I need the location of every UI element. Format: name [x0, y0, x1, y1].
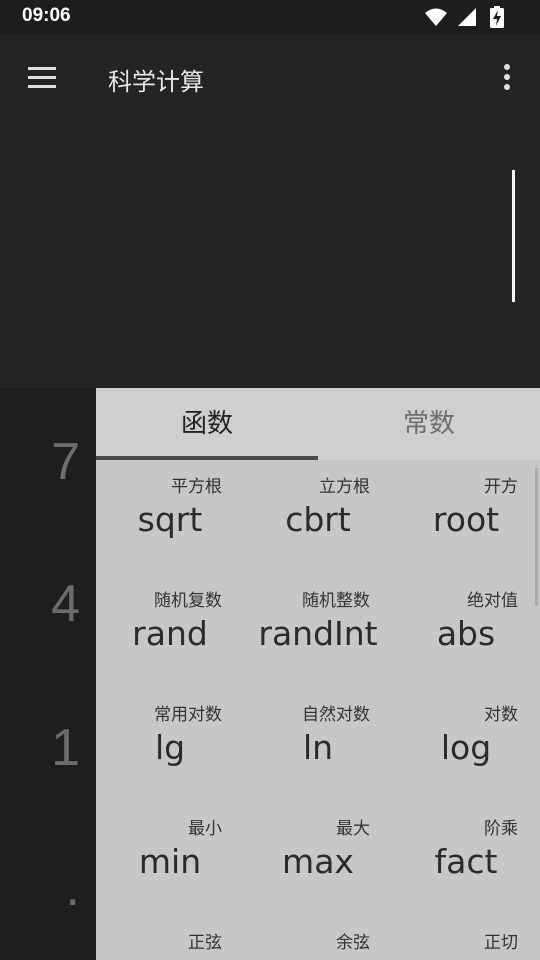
- function-label: 常用对数: [154, 705, 222, 725]
- function-name: root: [432, 500, 500, 539]
- function-label: 自然对数: [302, 705, 370, 725]
- function-panel: 函数 常数 平方根 sqrt 立方根 cbrt 开方 root 随机复数 ran…: [96, 388, 540, 960]
- function-min[interactable]: 最小 min: [96, 804, 244, 918]
- function-label: 随机整数: [302, 591, 370, 611]
- tab-constants[interactable]: 常数: [318, 388, 540, 460]
- function-label: 正弦: [188, 933, 222, 953]
- function-root[interactable]: 开方 root: [392, 462, 540, 576]
- status-bar: 09:06: [0, 0, 540, 34]
- key-4[interactable]: 4: [0, 574, 96, 634]
- function-max[interactable]: 最大 max: [244, 804, 392, 918]
- function-label: 最大: [336, 819, 370, 839]
- function-lg[interactable]: 常用对数 lg: [96, 690, 244, 804]
- tab-indicator: [96, 456, 318, 460]
- function-name: randInt: [258, 614, 378, 653]
- function-label: 对数: [484, 705, 518, 725]
- function-name: log: [440, 728, 492, 767]
- function-rand[interactable]: 随机复数 rand: [96, 576, 244, 690]
- more-options-button[interactable]: [490, 56, 522, 100]
- function-ln[interactable]: 自然对数 ln: [244, 690, 392, 804]
- function-name: fact: [434, 842, 498, 881]
- function-abs[interactable]: 绝对值 abs: [392, 576, 540, 690]
- function-label: 阶乘: [484, 819, 518, 839]
- function-name: cbrt: [285, 500, 351, 539]
- function-label: 最小: [188, 819, 222, 839]
- function-name: max: [282, 842, 354, 881]
- function-fact[interactable]: 阶乘 fact: [392, 804, 540, 918]
- function-randint[interactable]: 随机整数 randInt: [244, 576, 392, 690]
- function-label: 余弦: [336, 933, 370, 953]
- tab-functions[interactable]: 函数: [96, 388, 318, 460]
- function-label: 随机复数: [154, 591, 222, 611]
- function-sin[interactable]: 正弦: [96, 918, 244, 960]
- function-name: min: [138, 842, 202, 881]
- expression-display[interactable]: [0, 122, 540, 388]
- page-title: 科学计算: [108, 68, 204, 96]
- function-tan[interactable]: 正切: [392, 918, 540, 960]
- number-keypad: 7 4 1 .: [0, 388, 96, 960]
- function-label: 立方根: [319, 477, 370, 497]
- function-cbrt[interactable]: 立方根 cbrt: [244, 462, 392, 576]
- function-name: ln: [302, 728, 334, 767]
- status-time: 09:06: [22, 5, 71, 26]
- app-toolbar: 科学计算: [0, 34, 540, 122]
- panel-tabs: 函数 常数: [96, 388, 540, 460]
- function-label: 平方根: [171, 477, 222, 497]
- function-name: lg: [154, 728, 186, 767]
- key-1[interactable]: 1: [0, 718, 96, 778]
- function-name: sqrt: [137, 500, 203, 539]
- hamburger-menu-icon: [28, 67, 56, 88]
- text-cursor: [512, 170, 515, 302]
- battery-charging-icon: [490, 6, 504, 28]
- key-7[interactable]: 7: [0, 432, 96, 492]
- function-label: 开方: [484, 477, 518, 497]
- wifi-icon: [425, 8, 447, 26]
- function-log[interactable]: 对数 log: [392, 690, 540, 804]
- function-sqrt[interactable]: 平方根 sqrt: [96, 462, 244, 576]
- function-cos[interactable]: 余弦: [244, 918, 392, 960]
- function-name: rand: [132, 614, 208, 653]
- key-decimal-point[interactable]: .: [0, 858, 96, 918]
- function-label: 正切: [484, 933, 518, 953]
- function-name: abs: [436, 614, 496, 653]
- function-label: 绝对值: [467, 591, 518, 611]
- menu-button[interactable]: [18, 56, 66, 100]
- cellular-signal-icon: [458, 8, 476, 26]
- more-vert-icon: [504, 64, 510, 90]
